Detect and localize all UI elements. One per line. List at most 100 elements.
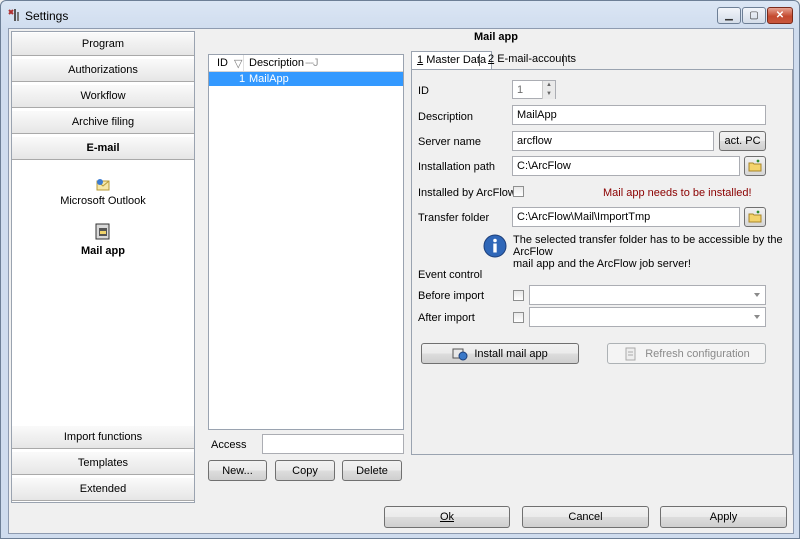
tab-email-accounts[interactable]: 2 E-mail-accounts	[483, 51, 581, 69]
transfer-folder-info: The selected transfer folder has to be a…	[513, 234, 783, 270]
apply-button-label: Apply	[709, 511, 738, 523]
close-icon: ✕	[775, 10, 785, 21]
mail-app-list[interactable]: ID ▽ Description ---J 1 MailApp	[208, 54, 404, 430]
installed-by-arcflow-checkbox[interactable]	[513, 186, 524, 197]
refresh-config-icon	[625, 347, 636, 360]
apply-button[interactable]: Apply	[660, 506, 787, 528]
id-value: 1	[517, 84, 524, 96]
maximize-button[interactable]: ▢	[742, 7, 766, 24]
row-id: 1	[239, 73, 246, 85]
nav-item-label: Archive filing	[71, 116, 135, 128]
folder-icon	[748, 159, 762, 172]
install-mail-app-label: Install mail app	[474, 347, 548, 360]
folder-icon	[748, 210, 762, 223]
server-name-value: arcflow	[517, 135, 552, 147]
nav-item-label: Authorizations	[68, 64, 138, 76]
tab-label: E-mail-accounts	[497, 53, 577, 65]
ok-button-label: Ok	[439, 511, 455, 523]
access-input[interactable]	[262, 434, 404, 454]
column-divider	[243, 55, 244, 71]
install-warning-text: Mail app needs to be installed!	[603, 187, 752, 199]
nav-item-authorizations[interactable]: Authorizations	[12, 58, 194, 82]
access-label: Access	[211, 439, 247, 451]
nav-item-label: Extended	[79, 483, 127, 495]
column-header-description[interactable]: Description	[249, 57, 304, 69]
installation-path-browse-button[interactable]	[744, 156, 766, 176]
install-mail-app-button[interactable]: Install mail app	[421, 343, 579, 364]
ok-button[interactable]: Ok	[384, 506, 510, 528]
description-label: Description	[418, 111, 474, 123]
id-label: ID	[418, 85, 429, 97]
spin-up-icon: ▲	[546, 82, 552, 88]
nav-item-email[interactable]: E-mail	[12, 136, 194, 160]
sort-indicator-icon: ▽	[234, 58, 243, 70]
nav-item-templates[interactable]: Templates	[12, 451, 194, 475]
close-button[interactable]: ✕	[767, 7, 793, 24]
settings-app-icon	[8, 9, 19, 21]
minimize-button[interactable]: ▁	[717, 7, 741, 24]
after-import-select[interactable]	[529, 307, 766, 327]
new-button-label: New...	[222, 464, 253, 477]
installed-by-arcflow-label: Installed by ArcFlow	[418, 187, 516, 199]
table-row[interactable]: 1 MailApp	[209, 72, 403, 86]
transfer-folder-value: C:\ArcFlow\Mail\ImportTmp	[517, 211, 651, 223]
after-import-checkbox[interactable]	[513, 312, 524, 323]
copy-button[interactable]: Copy	[275, 460, 335, 481]
nav-item-program[interactable]: Program	[12, 32, 194, 56]
nav-subitem-mail-app[interactable]: Mail app	[12, 222, 194, 257]
tab-key: 1	[417, 54, 424, 66]
tab-key: 2	[488, 53, 495, 65]
before-import-label: Before import	[418, 290, 485, 302]
nav-item-import-functions[interactable]: Import functions	[12, 425, 194, 449]
act-pc-button-label: act. PC	[724, 135, 761, 147]
title-bar[interactable]: Settings ▁ ▢ ✕	[1, 1, 799, 29]
nav-item-extended[interactable]: Extended	[12, 477, 194, 501]
new-button[interactable]: New...	[208, 460, 267, 481]
minimize-icon: ▁	[725, 10, 733, 21]
description-field[interactable]: MailApp	[512, 105, 766, 125]
maximize-icon: ▢	[749, 10, 759, 21]
chevron-down-icon	[754, 315, 760, 319]
info-line-1: The selected transfer folder has to be a…	[513, 234, 783, 258]
nav-item-archive-filing[interactable]: Archive filing	[12, 110, 194, 134]
act-pc-button[interactable]: act. PC	[719, 131, 766, 151]
delete-button-label: Delete	[356, 464, 388, 477]
spin-down-icon: ▼	[546, 91, 552, 97]
mail-app-icon	[95, 223, 110, 240]
copy-button-label: Copy	[292, 464, 318, 477]
before-import-checkbox[interactable]	[513, 290, 524, 301]
transfer-folder-field[interactable]: C:\ArcFlow\Mail\ImportTmp	[512, 207, 740, 227]
row-description: MailApp	[249, 73, 289, 85]
nav-item-label: Import functions	[63, 431, 143, 443]
nav-item-workflow[interactable]: Workflow	[12, 84, 194, 108]
cancel-button[interactable]: Cancel	[522, 506, 649, 528]
outlook-icon	[96, 179, 110, 191]
tab-separator	[563, 54, 564, 66]
list-body[interactable]	[209, 86, 403, 429]
nav-item-label: Workflow	[80, 90, 126, 102]
installation-path-field[interactable]: C:\ArcFlow	[512, 156, 740, 176]
refresh-configuration-button[interactable]: Refresh configuration	[607, 343, 766, 364]
refresh-configuration-label: Refresh configuration	[645, 347, 750, 360]
cancel-button-label: Cancel	[568, 511, 603, 523]
window-title: Settings	[25, 9, 69, 23]
transfer-folder-browse-button[interactable]	[744, 207, 766, 227]
server-name-label: Server name	[418, 136, 481, 148]
column-header-id[interactable]: ID	[217, 57, 228, 69]
page-title: Mail app	[473, 31, 518, 43]
before-import-select[interactable]	[529, 285, 766, 305]
server-name-field[interactable]: arcflow	[512, 131, 714, 151]
column-resize-icon: ---J	[305, 57, 318, 69]
transfer-folder-label: Transfer folder	[418, 212, 490, 224]
nav-subitem-label: Mail app	[80, 245, 125, 257]
id-spinner[interactable]: ▲ ▼	[542, 81, 555, 99]
tab-label: Master Data	[426, 54, 487, 66]
delete-button[interactable]: Delete	[342, 460, 402, 481]
tab-separator	[479, 54, 480, 66]
dialog-client-area: Program Authorizations Workflow Archive …	[8, 28, 794, 534]
nav-subitem-label: Microsoft Outlook	[60, 195, 146, 207]
installation-path-value: C:\ArcFlow	[517, 160, 571, 172]
nav-subitem-microsoft-outlook[interactable]: Microsoft Outlook	[12, 178, 194, 207]
event-control-label: Event control	[418, 269, 483, 281]
after-import-label: After import	[418, 312, 475, 324]
